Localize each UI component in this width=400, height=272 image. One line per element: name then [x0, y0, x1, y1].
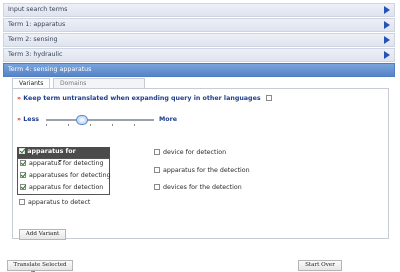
expand-arrow-icon[interactable]	[384, 36, 390, 44]
translate-selected-terms-button[interactable]: Translate Selected Terms	[7, 260, 73, 272]
keep-untranslated-checkbox[interactable]	[265, 95, 272, 101]
variant-checkbox[interactable]	[20, 184, 26, 190]
tab-domains[interactable]: Domains [AUTO,DATA,HORO,MEAS]	[53, 78, 145, 96]
slider-tick	[134, 124, 135, 126]
accordion-term-2[interactable]: Term 2: sensing	[3, 33, 395, 47]
group-checkbox[interactable]	[19, 148, 25, 154]
variant-label: apparatuses for detecting	[29, 172, 111, 179]
keep-untranslated-row: » Keep term untranslated when expanding …	[17, 95, 272, 102]
slider-tick	[90, 124, 91, 126]
expand-arrow-icon[interactable]	[384, 21, 390, 29]
slider-tick	[68, 124, 69, 126]
variant-option[interactable]: device for detection	[154, 149, 226, 156]
keep-untranslated-label: Keep term untranslated when expanding qu…	[23, 95, 261, 102]
variant-option[interactable]: apparatus to detect	[19, 199, 90, 206]
tab-variants[interactable]: Variants	[12, 78, 51, 88]
accordion-term-3[interactable]: Term 3: hydraulic	[3, 48, 395, 62]
variant-label: apparatus for detection	[29, 184, 104, 191]
double-chevron-icon: »	[17, 95, 22, 102]
accordion-term-4[interactable]: Term 4: sensing apparatus	[3, 63, 395, 77]
double-chevron-icon: »	[17, 116, 22, 123]
add-variant-button[interactable]: Add Variant	[19, 229, 66, 240]
variant-option[interactable]: apparatus for detection	[20, 184, 103, 191]
slider-thumb[interactable]	[75, 115, 88, 125]
variant-checkbox[interactable]	[154, 149, 160, 155]
accordion-term-1[interactable]: Term 1: apparatus	[3, 18, 395, 32]
variant-checkbox[interactable]	[154, 167, 160, 173]
variant-label: devices for the detection	[163, 184, 242, 191]
variant-slider[interactable]	[46, 115, 154, 126]
variants-panel: » Keep term untranslated when expanding …	[12, 88, 389, 240]
variant-option[interactable]: apparatuses for detecting	[20, 172, 111, 179]
accordion-label: Term 2: sensing	[8, 36, 58, 43]
accordion-label: Term 1: apparatus	[8, 21, 66, 28]
expand-arrow-icon[interactable]	[384, 51, 390, 59]
accordion-input-search-terms[interactable]: Input search terms	[3, 3, 395, 17]
selected-group-header[interactable]: apparatus for detecting	[17, 147, 110, 165]
accordion-label: Term 3: hydraulic	[8, 51, 63, 58]
variant-option[interactable]: apparatus for the detection	[154, 167, 250, 174]
variant-label: device for detection	[163, 149, 227, 156]
variant-label: apparatus for the detection	[163, 167, 250, 174]
less-text: Less	[23, 116, 40, 123]
slider-tick	[112, 124, 113, 126]
accordion-label: Input search terms	[8, 6, 68, 13]
start-over-button[interactable]: Start Over	[298, 260, 342, 271]
variant-checkbox[interactable]	[154, 184, 160, 190]
variant-option[interactable]: apparatus for detecting	[20, 160, 103, 167]
slider-tick	[46, 124, 47, 126]
accordion-label: Term 4: sensing apparatus	[8, 66, 92, 73]
term-accordion: Input search terms Term 1: apparatus Ter…	[3, 3, 395, 78]
variant-checkbox[interactable]	[20, 172, 26, 178]
variant-option[interactable]: devices for the detection	[154, 184, 242, 191]
variant-label: apparatus to detect	[28, 199, 91, 206]
variant-checkbox[interactable]	[20, 160, 26, 166]
expand-arrow-icon[interactable]	[384, 6, 390, 14]
variant-checkbox[interactable]	[19, 199, 25, 205]
variant-label: apparatus for detecting	[29, 160, 104, 167]
more-label: More	[159, 116, 177, 123]
selected-group-box: apparatus for detecting apparatuses for …	[17, 158, 111, 195]
less-label: » Less	[17, 116, 39, 123]
